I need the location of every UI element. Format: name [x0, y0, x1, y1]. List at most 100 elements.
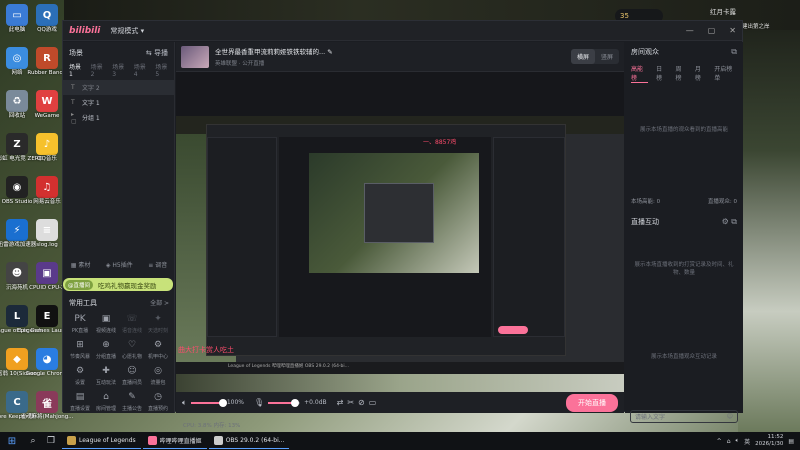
emoji-icon[interactable]: ☺ — [727, 413, 733, 420]
tray-chevron-icon[interactable]: ^ — [717, 438, 722, 445]
tool-item[interactable]: ◎ 流量包 — [145, 364, 171, 386]
desktop-icon-label: WeGame — [34, 113, 60, 119]
tool-label: 流量包 — [150, 380, 166, 386]
tool-label: 天选时刻 — [147, 328, 168, 334]
source-item[interactable]: T 文字 1 — [63, 95, 174, 110]
tool-item[interactable]: ☺ 直播间员 — [119, 364, 145, 386]
taskbar-app-label: 哔哩哔哩直播姬 — [159, 438, 202, 445]
notification-icon[interactable]: ▤ — [788, 438, 794, 445]
tool-item[interactable]: ✎ 主播公告 — [119, 390, 145, 412]
tab-scene-1[interactable]: 场景1 — [69, 62, 82, 78]
bilibili-logo: bilibili — [69, 25, 101, 36]
desktop-icon[interactable]: ◉ OBS Studio — [1, 176, 33, 206]
tool-item[interactable]: PK PK直播 — [67, 312, 93, 334]
volume-slider[interactable] — [190, 398, 227, 407]
import-button[interactable]: ⇆ 导播 — [146, 48, 168, 58]
promo-banner[interactable]: @直播间 吃鸡礼物赢现金奖励 — [63, 278, 173, 291]
taskbar-app-obs[interactable]: OBS 29.0.2 (64-bi... — [208, 433, 290, 449]
landscape-button[interactable]: 横屏 — [570, 49, 595, 64]
volume-icon[interactable]: 🔈︎ — [736, 437, 740, 445]
source-item[interactable]: T 文字 2 — [63, 80, 174, 95]
desktop-icon[interactable]: ♫ 网易云音乐 — [31, 176, 63, 206]
edit-icon[interactable]: ✎ — [327, 48, 332, 56]
taskbar-app-bilibili[interactable]: 哔哩哔哩直播姬 — [142, 433, 207, 449]
materials-label: 素材 — [78, 262, 91, 269]
portrait-button[interactable]: 竖屏 — [595, 49, 619, 64]
network-icon[interactable]: ⌂ — [727, 438, 731, 445]
microphone-icon[interactable]: 🎙︎ — [254, 398, 264, 407]
tab-open-ranking[interactable]: 开启榜单 — [714, 64, 737, 83]
speaker-icon[interactable]: 🔈︎ — [182, 398, 187, 408]
desktop-icon[interactable]: Q QQ游戏 — [31, 4, 63, 34]
mode-dropdown[interactable]: 常规模式 ▾ — [110, 26, 144, 36]
task-view-icon[interactable]: ❐ — [42, 436, 60, 446]
source-label: 文字 2 — [82, 85, 100, 92]
h5-plugin-button[interactable]: ◈ H5插件 — [106, 260, 133, 269]
record-icon[interactable]: ▭ — [369, 398, 377, 407]
desktop-icon[interactable]: W WeGame — [31, 90, 63, 120]
start-live-button[interactable]: 开始直播 — [566, 393, 618, 412]
desktop-icon[interactable]: ♪ QQ音乐 — [31, 133, 63, 163]
tool-item[interactable]: ⊕ 分组直播 — [93, 338, 119, 360]
popout-icon[interactable]: ⧉ — [731, 47, 737, 57]
tab-daily[interactable]: 日榜 — [656, 64, 667, 83]
tab-scene-4[interactable]: 场景4 — [134, 62, 147, 78]
tab-scene-5[interactable]: 场景5 — [155, 62, 168, 78]
input-language[interactable]: 英 — [744, 437, 750, 446]
desktop-icon[interactable]: ◕ Google Chrome — [26, 348, 68, 378]
tab-high-energy[interactable]: 高能榜 — [631, 64, 649, 83]
desktop-icon[interactable]: ♻ 回收站 — [1, 90, 33, 120]
desktop-icon[interactable]: ▣ CPUID CPU-Z — [29, 262, 65, 292]
stream-title[interactable]: 全世界最香重甲流莉莉娅铁铁软辅的... ✎ — [215, 46, 333, 56]
stream-preview[interactable]: 一、8857鸡 曲大打卡赏人吃土 League of Legends 哔哩哔哩直… — [176, 116, 624, 392]
tool-item[interactable]: ✦ 天选时刻 — [145, 312, 171, 334]
stream-cover-thumbnail[interactable] — [181, 45, 209, 68]
tool-item[interactable]: ▤ 直播设置 — [67, 390, 93, 412]
taskbar-app-lol[interactable]: League of Legends — [62, 433, 141, 449]
materials-button[interactable]: ▦ 素材 — [71, 260, 91, 269]
desktop-icon[interactable]: ⚡ 迅雷游戏加速器 — [0, 219, 36, 249]
tab-scene-2[interactable]: 场景2 — [91, 62, 104, 78]
desktop-icon[interactable]: ▭ 此电脑 — [1, 4, 33, 34]
banner-tag: @直播间 — [65, 279, 94, 290]
source-item[interactable]: ▸ ▢ 分组 1 — [63, 110, 174, 125]
close-icon[interactable]: ✕ — [729, 26, 736, 35]
preview-right-panel — [493, 137, 565, 337]
mixer-button[interactable]: ≡ 调音 — [148, 260, 167, 269]
search-icon[interactable]: ⌕ — [24, 436, 42, 446]
app-icon: C — [6, 391, 28, 413]
tool-item[interactable]: ⚙ 机甲中心 — [145, 338, 171, 360]
desktop-icon[interactable]: ≡ slog.log — [31, 219, 63, 249]
tool-item[interactable]: ⊞ 节奏风暴 — [67, 338, 93, 360]
maximize-icon[interactable]: ▢ — [708, 26, 716, 35]
desktop-icon[interactable]: R Rubber Bandit — [27, 47, 67, 77]
chat-input[interactable]: 请输入文字 ☺ — [630, 410, 738, 423]
tab-weekly[interactable]: 周榜 — [675, 64, 686, 83]
tab-scene-3[interactable]: 场景3 — [112, 62, 125, 78]
mic-slider[interactable] — [268, 398, 301, 407]
windows-start-icon[interactable]: ⊞ — [0, 436, 24, 447]
audio-controls: 🔈︎ 100% 🎙︎ +0.0dB ⇄ ✂ ⊘ ▭ 开始直播 — [176, 392, 624, 413]
tool-item[interactable]: ◷ 直播预约 — [145, 390, 171, 412]
left-panel: 场景 ⇆ 导播 场景1 场景2 场景3 场景4 场景5 T 文字 2 T 文字 1 … — [63, 42, 175, 413]
desktop-icon[interactable]: Z七彩虹 电光竞 ZERO — [0, 133, 43, 163]
minimize-icon[interactable]: — — [686, 26, 694, 35]
tools-grid: PK PK直播 ▣ 视频连线 ☏ 语音连线 ✦ 天选时刻 ⊞ 节奏风暴 ⊕ 分组直播 ♡ 心愿礼物 ⚙ 机甲中… — [67, 312, 171, 412]
all-tools-link[interactable]: 全部 > — [150, 298, 169, 308]
tool-item[interactable]: ☏ 语音连线 — [119, 312, 145, 334]
text-icon: T — [71, 99, 75, 106]
mute-icon[interactable]: ⊘ — [358, 398, 365, 407]
desktop-icon[interactable]: E Epic Games Launcher — [17, 305, 77, 335]
tool-item[interactable]: ✚ 互动玩法 — [93, 364, 119, 386]
settings-icon[interactable]: ⚙ ⧉ — [722, 217, 737, 227]
preview-left-panel — [207, 137, 277, 337]
tool-item[interactable]: ♡ 心愿礼物 — [119, 338, 145, 360]
tool-item[interactable]: ▣ 视频连线 — [93, 312, 119, 334]
swap-icon[interactable]: ⇄ — [337, 398, 344, 407]
desktop-icon[interactable]: 雀雀魂麻将(Mahjong... — [21, 391, 73, 421]
tool-icon[interactable]: ✂ — [347, 398, 354, 407]
tab-monthly[interactable]: 月榜 — [695, 64, 706, 83]
tool-item[interactable]: ⌂ 房间管理 — [93, 390, 119, 412]
tool-item[interactable]: ⚙ 设置 — [67, 364, 93, 386]
clock[interactable]: 11:52 2026/1/30 — [755, 434, 783, 448]
